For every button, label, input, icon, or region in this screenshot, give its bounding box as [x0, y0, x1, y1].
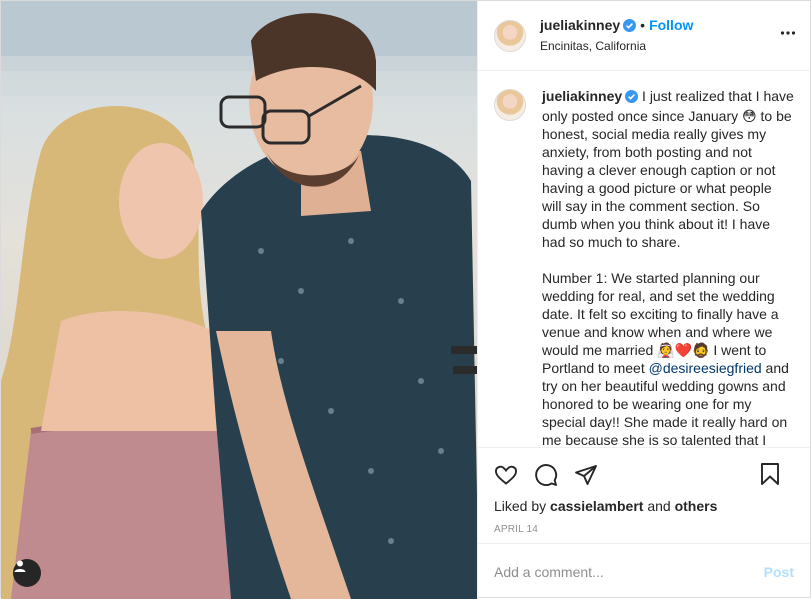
follow-button[interactable]: Follow — [649, 17, 693, 33]
location-link[interactable]: Encinitas, California — [540, 37, 693, 56]
verified-badge-icon — [625, 89, 639, 107]
post-header: jueliakinney • Follow Encinitas, Californi… — [478, 1, 810, 71]
caption-avatar[interactable] — [494, 89, 526, 121]
post-comment-button[interactable]: Post — [764, 564, 794, 580]
more-options-icon[interactable] — [780, 25, 796, 46]
post-photo[interactable] — [1, 1, 477, 599]
bookmark-icon[interactable] — [758, 462, 782, 486]
tagged-users-button[interactable] — [13, 559, 41, 587]
verified-badge-icon — [623, 18, 637, 37]
caption-text: jueliakinney I just realized that I have… — [542, 87, 794, 447]
liked-by-user-link[interactable]: cassielambert — [550, 498, 643, 514]
avatar[interactable] — [494, 19, 526, 52]
likes-summary: Liked by cassielambert and others — [494, 498, 794, 514]
caption-area: jueliakinney I just realized that I have… — [478, 71, 810, 447]
user-tag-icon — [14, 560, 26, 572]
instagram-post: jueliakinney • Follow Encinitas, Californi… — [0, 0, 811, 599]
action-icons — [494, 458, 794, 492]
comment-input[interactable] — [494, 563, 764, 580]
post-date[interactable]: APRIL 14 — [494, 524, 794, 535]
caption-body-1: I just realized that I have only posted … — [542, 88, 794, 376]
comment-bubble-icon[interactable] — [534, 463, 558, 487]
paper-plane-icon[interactable] — [574, 463, 598, 487]
mention-link[interactable]: @desireesiegfried — [649, 360, 762, 376]
liked-by-prefix: Liked by — [494, 498, 551, 514]
username-link[interactable]: jueliakinney — [540, 17, 620, 33]
separator-dot: • — [640, 16, 646, 33]
caption-username-link[interactable]: jueliakinney — [542, 88, 622, 104]
actions-section: Liked by cassielambert and others APRIL … — [478, 447, 810, 543]
header-info: jueliakinney • Follow Encinitas, Californi… — [540, 16, 693, 56]
post-sidebar: jueliakinney • Follow Encinitas, Californi… — [477, 1, 810, 599]
liked-by-others-link[interactable]: others — [675, 498, 718, 514]
liked-by-and: and — [643, 498, 675, 514]
comment-bar: Post — [478, 543, 810, 599]
heart-icon[interactable] — [494, 463, 518, 487]
photo-couple-illustration — [1, 1, 477, 599]
